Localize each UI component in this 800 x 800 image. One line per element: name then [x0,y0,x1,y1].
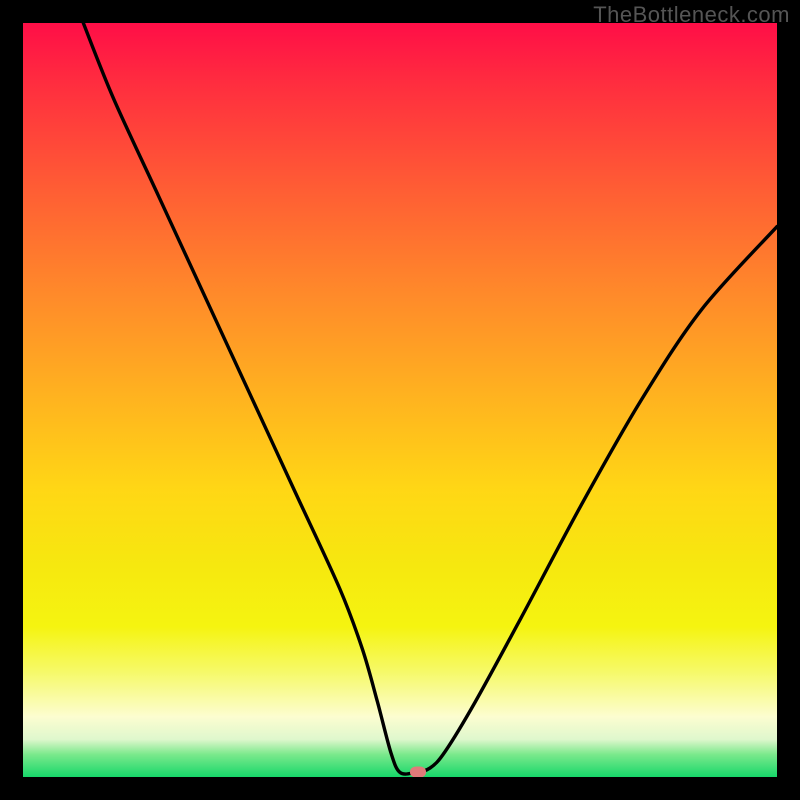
optimum-marker [410,767,426,777]
plot-area [23,23,777,777]
chart-frame: TheBottleneck.com [0,0,800,800]
bottleneck-curve [23,23,777,777]
